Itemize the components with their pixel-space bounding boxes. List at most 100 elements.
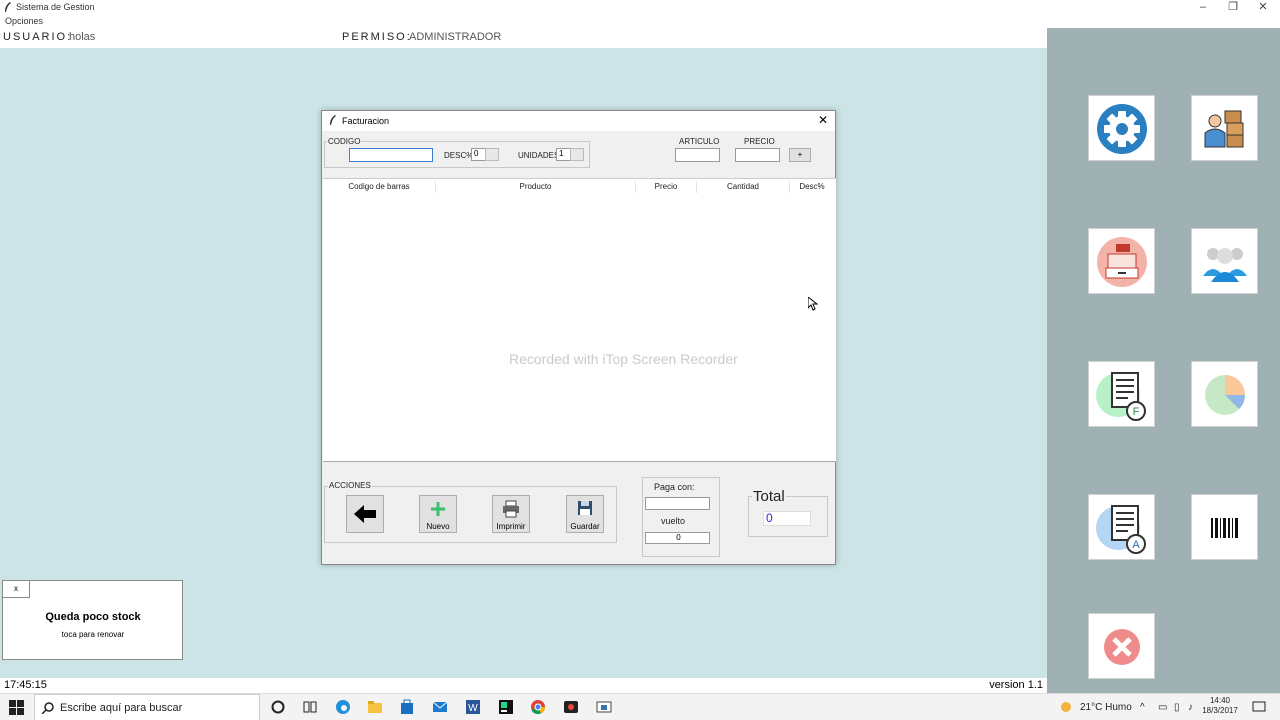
- edge-browser-icon[interactable]: [335, 699, 351, 715]
- permiso-label: PERMISO:: [342, 31, 412, 43]
- pycharm-icon[interactable]: [498, 699, 514, 715]
- volume-icon[interactable]: ♪: [1188, 702, 1193, 713]
- cash-register-icon: [1097, 237, 1147, 287]
- back-button[interactable]: [346, 495, 384, 533]
- col-desc[interactable]: Desc%: [790, 181, 834, 193]
- network-icon[interactable]: ▭: [1158, 702, 1167, 713]
- word-icon[interactable]: W: [465, 699, 481, 715]
- delivery-person-icon: [1204, 110, 1244, 148]
- col-producto[interactable]: Producto: [436, 181, 636, 193]
- store-icon[interactable]: [399, 699, 415, 715]
- barcode-icon: [1211, 518, 1238, 538]
- total-label: Total: [752, 488, 786, 505]
- col-precio[interactable]: Precio: [636, 181, 697, 193]
- tile-cash-register[interactable]: [1088, 228, 1155, 294]
- svg-text:W: W: [468, 703, 478, 714]
- tile-reports[interactable]: [1191, 361, 1258, 427]
- dialog-titlebar: Facturacion ✕: [322, 111, 835, 131]
- mail-icon[interactable]: [432, 699, 448, 715]
- col-codigo-barras[interactable]: Codigo de barras: [323, 181, 436, 193]
- svg-text:F: F: [1133, 406, 1140, 418]
- menu-opciones[interactable]: Opciones: [5, 16, 43, 26]
- tile-articulos[interactable]: A: [1088, 494, 1155, 560]
- search-icon: [42, 702, 54, 714]
- nuevo-button[interactable]: Nuevo: [419, 495, 457, 533]
- usuario-value: holas: [69, 31, 96, 43]
- usuario-label: USUARIO:: [3, 31, 73, 43]
- col-cantidad[interactable]: Cantidad: [697, 181, 790, 193]
- guardar-button[interactable]: Guardar: [566, 495, 604, 533]
- version-label: version 1.1: [989, 679, 1043, 691]
- feather-icon: [5, 2, 11, 12]
- save-icon: [578, 501, 592, 515]
- pie-chart-icon: [1205, 375, 1245, 415]
- unidades-label: UNIDADES: [518, 151, 560, 160]
- tile-exit[interactable]: [1088, 613, 1155, 679]
- guardar-label: Guardar: [570, 522, 600, 531]
- nuevo-label: Nuevo: [426, 522, 450, 531]
- dialog-close-button[interactable]: ✕: [815, 113, 831, 129]
- plus-icon: [431, 502, 445, 516]
- python-app-icon[interactable]: [596, 699, 612, 715]
- desc-label: DESC%: [444, 151, 474, 160]
- unidades-spin-arrows[interactable]: [570, 148, 584, 161]
- svg-text:A: A: [1132, 539, 1140, 551]
- window-title: Sistema de Gestion: [16, 2, 95, 12]
- file-explorer-icon[interactable]: [367, 699, 383, 715]
- paga-con-label: Paga con:: [654, 482, 695, 492]
- total-value: 0: [763, 511, 811, 526]
- restore-button[interactable]: ❐: [1217, 0, 1249, 16]
- facturacion-dialog: Facturacion ✕ CODIGO DESC% 0 UNIDADES 1 …: [321, 110, 836, 565]
- codigo-input[interactable]: [349, 148, 433, 162]
- tile-facturas[interactable]: F: [1088, 361, 1155, 427]
- battery-icon[interactable]: ▯: [1174, 702, 1180, 713]
- tile-suppliers[interactable]: [1191, 95, 1258, 161]
- user-bar: USUARIO: holas PERMISO: ADMINISTRADOR: [0, 28, 1047, 48]
- taskbar-clock[interactable]: 14:40 18/3/2017: [1200, 696, 1240, 716]
- cortana-icon[interactable]: [270, 699, 286, 715]
- notification-icon[interactable]: [1252, 700, 1266, 714]
- notice-close-button[interactable]: x: [3, 581, 30, 598]
- status-bar: 17:45:15 version 1.1: [0, 678, 1047, 693]
- users-icon: [1203, 248, 1247, 282]
- tile-barcode[interactable]: [1191, 494, 1258, 560]
- tile-users[interactable]: [1191, 228, 1258, 294]
- desc-spin-arrows[interactable]: [485, 148, 499, 161]
- low-stock-notice[interactable]: x Queda poco stock toca para renovar: [2, 580, 183, 660]
- exit-icon: [1104, 629, 1140, 665]
- vuelto-value: 0: [645, 532, 710, 544]
- task-view-icon[interactable]: [302, 699, 318, 715]
- vuelto-label: vuelto: [661, 516, 686, 526]
- taskbar-search[interactable]: Escribe aquí para buscar: [34, 694, 260, 720]
- imprimir-label: Imprimir: [496, 522, 526, 531]
- windows-start-icon[interactable]: [9, 700, 25, 716]
- notice-heading: Queda poco stock: [45, 611, 141, 623]
- windows-taskbar: Escribe aquí para buscar W 21°C Humo ^ ▭…: [0, 693, 1280, 720]
- tile-settings[interactable]: [1088, 95, 1155, 161]
- minimize-button[interactable]: –: [1187, 0, 1219, 16]
- taskbar-clock-time: 14:40: [1209, 696, 1231, 705]
- articulo-input[interactable]: [675, 148, 720, 162]
- add-item-button[interactable]: +: [789, 148, 811, 162]
- gear-icon: [1097, 104, 1147, 154]
- items-table[interactable]: Codigo de barras Producto Precio Cantida…: [323, 178, 836, 462]
- screen-recorder-icon[interactable]: [563, 699, 579, 715]
- codigo-label: CODIGO: [327, 137, 362, 146]
- precio-label: PRECIO: [744, 137, 775, 146]
- precio-input[interactable]: [735, 148, 780, 162]
- close-window-button[interactable]: ✕: [1247, 0, 1279, 16]
- chrome-icon[interactable]: [530, 699, 546, 715]
- imprimir-button[interactable]: Imprimir: [492, 495, 530, 533]
- arrow-left-icon: [354, 505, 376, 523]
- recorder-watermark: Recorded with iTop Screen Recorder: [509, 351, 738, 367]
- dialog-title: Facturacion: [342, 116, 390, 126]
- invoice-a-icon: A: [1096, 505, 1146, 554]
- printer-icon: [503, 500, 519, 518]
- articulo-label: ARTICULO: [679, 137, 720, 146]
- tray-chevron-icon[interactable]: ^: [1140, 702, 1145, 713]
- feather-icon: [330, 115, 336, 125]
- weather-text[interactable]: 21°C Humo: [1080, 702, 1132, 713]
- weather-icon: [1061, 702, 1071, 712]
- search-placeholder: Escribe aquí para buscar: [60, 702, 183, 714]
- paga-con-input[interactable]: [645, 497, 710, 510]
